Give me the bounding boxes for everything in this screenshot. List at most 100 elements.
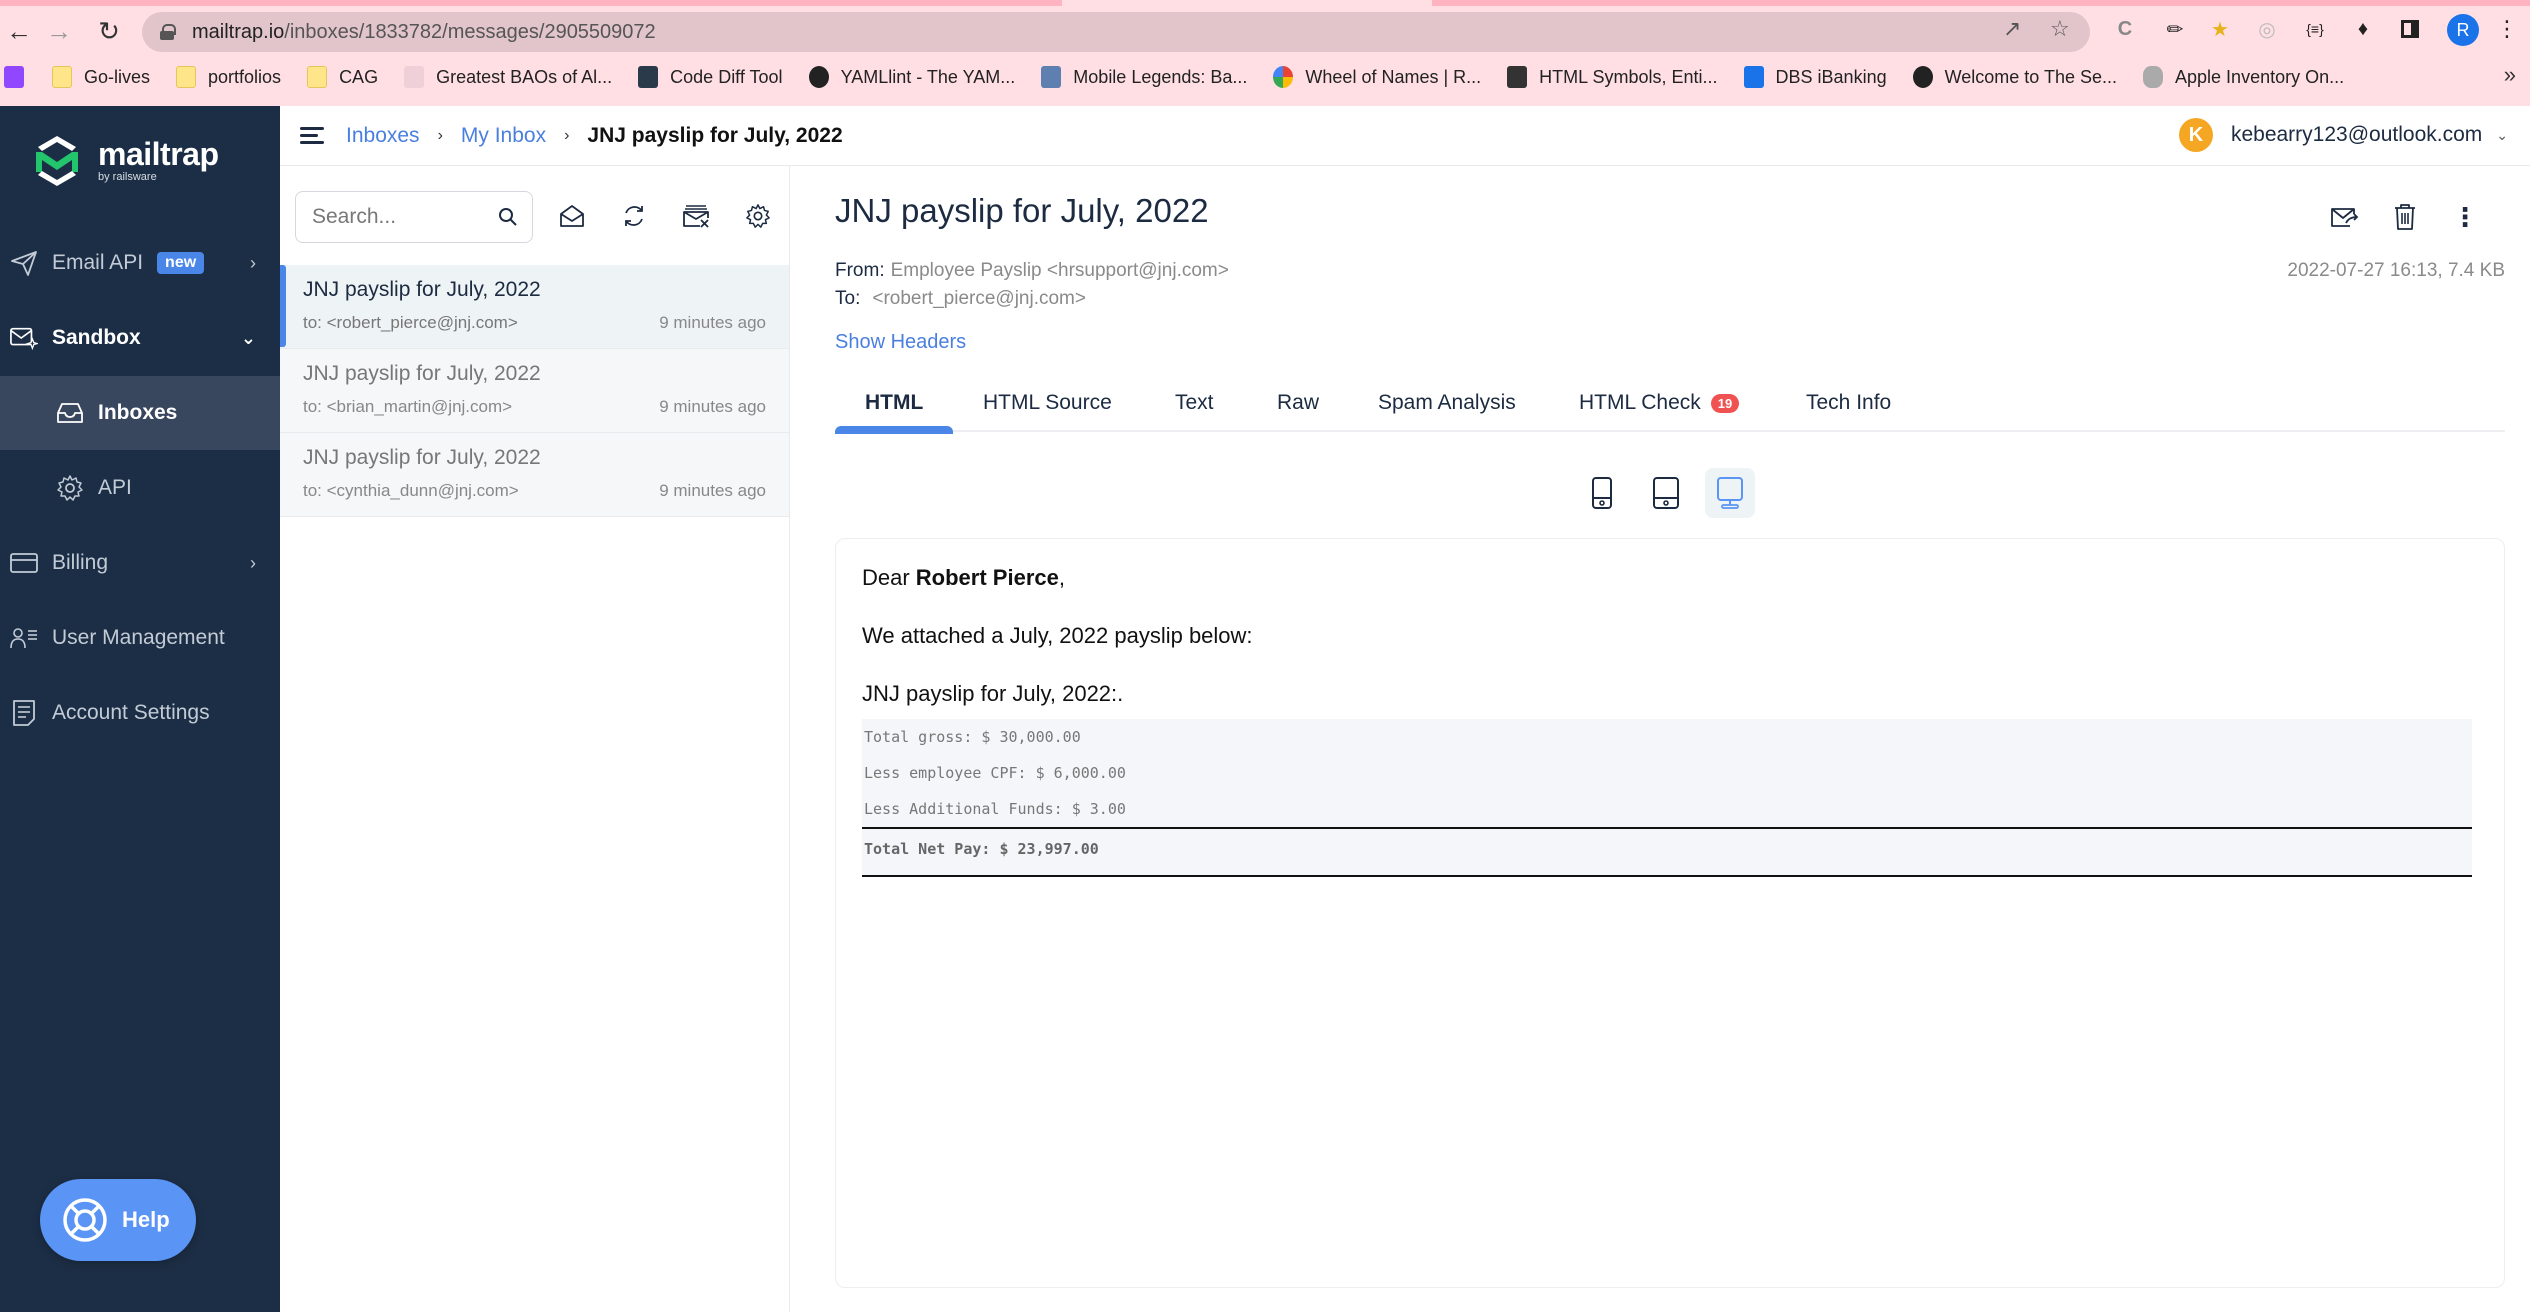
bookmark-item[interactable]: Mobile Legends: Ba... [1041,66,1247,88]
sidebar-item-label: Email API [52,251,144,274]
tab-html-check[interactable]: HTML Check 19 [1579,374,1740,432]
message-recipient: to: <brian_martin@jnj.com> [303,397,513,416]
side-panel-icon[interactable] [2395,14,2425,44]
search-box[interactable] [295,191,533,243]
email-greeting: Dear Robert Pierce, [862,565,1065,591]
browser-menu-icon[interactable]: ⋮ [2492,14,2522,44]
w3-icon [638,66,659,88]
to-row: To: <robert_pierce@jnj.com> [835,288,1086,310]
share-icon[interactable]: ↗ [2003,16,2021,42]
bookmark-item[interactable]: Welcome to The Se... [1912,66,2117,88]
star-icon[interactable]: ☆ [2050,16,2070,42]
folder-icon [307,66,328,88]
bookmark-item[interactable]: Go-lives [52,66,150,88]
bookmark-label: Mobile Legends: Ba... [1073,66,1248,87]
menu-toggle-icon[interactable] [300,126,324,145]
search-icon[interactable] [498,207,518,227]
help-button[interactable]: Help [40,1179,196,1261]
card-icon [10,549,38,577]
sidebar-item-label: Sandbox [52,326,141,349]
tab-html-source[interactable]: HTML Source [983,374,1112,432]
browser-profile-avatar[interactable]: R [2447,14,2479,46]
bookmark-item[interactable]: YAMLlint - The YAM... [808,66,1015,88]
message-list-item[interactable]: JNJ payslip for July, 2022 to: <cynthia_… [280,433,789,517]
from-label: From: [835,260,885,281]
back-icon[interactable]: ← [2,14,36,48]
tab-text[interactable]: Text [1175,374,1214,432]
bookmark-item[interactable]: portfolios [176,66,281,88]
message-subject: JNJ payslip for July, 2022 [303,278,541,301]
bookmark-label: Greatest BAOs of Al... [436,66,613,87]
payslip-table: Total gross: $ 30,000.00 Less employee C… [862,719,2472,877]
breadcrumb-current: JNJ payslip for July, 2022 [587,123,843,147]
show-headers-link[interactable]: Show Headers [835,331,966,354]
sidebar-item-user-management[interactable]: User Management [0,601,280,675]
bookmark-item[interactable]: DBS iBanking [1743,66,1887,88]
sidebar-item-email-api[interactable]: Email API new › [0,226,280,300]
search-input[interactable] [312,205,482,229]
html-check-count-badge: 19 [1710,393,1740,413]
forward-email-icon[interactable] [2328,200,2362,234]
message-time: 9 minutes ago [659,397,766,416]
reload-icon[interactable]: ↻ [92,14,126,48]
forward-icon[interactable]: → [42,14,76,48]
more-options-icon[interactable]: ⋮ [2448,200,2482,234]
message-time: 9 minutes ago [659,313,766,332]
url-text[interactable]: mailtrap.io/inboxes/1833782/messages/290… [192,21,656,44]
refresh-icon[interactable] [618,200,650,232]
tab-label: Raw [1277,391,1320,414]
from-row: From: Employee Payslip <hrsupport@jnj.com… [835,260,1229,282]
more-bookmarks-button[interactable]: » [2504,62,2516,88]
url-host: mailtrap.io [192,20,285,43]
message-subject: JNJ payslip for July, 2022 [303,446,541,469]
tab-label: Spam Analysis [1378,391,1516,414]
email-intro-line: We attached a July, 2022 payslip below: [862,623,1253,648]
desktop-view-icon[interactable] [1705,468,1755,518]
bookmark-item[interactable]: Apple Inventory On... [2143,66,2344,88]
address-bar[interactable]: mailtrap.io/inboxes/1833782/messages/290… [142,12,2090,52]
folder-icon [176,66,197,88]
message-time: 9 minutes ago [659,481,766,500]
message-date-size: 2022-07-27 16:13, 7.4 KB [2287,260,2505,281]
mailtrap-logo[interactable]: mailtrap by railsware [32,134,219,188]
sidebar-item-label: API [98,476,132,499]
bookmark-item[interactable]: HTML Symbols, Enti... [1507,66,1718,88]
sidebar-item-label: Inboxes [98,401,178,424]
tab-html[interactable]: HTML [834,374,954,434]
tab-tech-info[interactable]: Tech Info [1806,374,1891,432]
message-list-item[interactable]: JNJ payslip for July, 2022 to: <brian_ma… [280,349,789,433]
inbox-settings-icon[interactable] [742,200,774,232]
mobile-view-icon[interactable] [1577,468,1627,518]
bookmark-item[interactable]: Code Diff Tool [638,66,783,88]
extensions-puzzle-icon[interactable]: ♦ [2348,14,2378,44]
sidebar-item-account-settings[interactable]: Account Settings [0,676,280,750]
twitch-icon[interactable] [4,66,24,88]
sidebar-item-label: Account Settings [52,701,210,724]
bookmark-item[interactable]: Greatest BAOs of Al... [404,66,612,88]
trash-icon[interactable] [2388,200,2422,234]
breadcrumb-inboxes[interactable]: Inboxes [346,124,420,148]
site-icon [404,66,425,88]
extension-c-icon[interactable]: C [2110,14,2140,44]
to-label: To: [835,288,861,309]
mark-read-icon[interactable] [556,200,588,232]
sidebar-item-billing[interactable]: Billing › [0,526,280,600]
sidebar-item-inboxes[interactable]: Inboxes [0,376,280,450]
tab-raw[interactable]: Raw [1277,374,1319,432]
users-list-icon [10,624,38,652]
message-list-item[interactable]: JNJ payslip for July, 2022 to: <robert_p… [280,265,789,349]
tab-spam-analysis[interactable]: Spam Analysis [1378,374,1516,432]
breadcrumb-my-inbox[interactable]: My Inbox [461,124,546,148]
extension-json-icon[interactable]: {≡} [2300,14,2330,44]
extension-target-icon[interactable]: ◎ [2252,14,2282,44]
extension-dropper-icon[interactable]: ✏ [2160,14,2190,44]
sidebar-item-sandbox[interactable]: Sandbox ⌄ [0,301,280,375]
ampersand-icon [1507,66,1528,88]
tablet-view-icon[interactable] [1641,468,1691,518]
clear-inbox-icon[interactable] [680,200,712,232]
bookmark-item[interactable]: CAG [307,66,378,88]
extension-trophy-icon[interactable]: ★ [2205,14,2235,44]
sidebar-item-api[interactable]: API [0,451,280,525]
account-menu[interactable]: K kebearry123@outlook.com ⌄ [2178,118,2508,152]
bookmark-item[interactable]: Wheel of Names | R... [1273,66,1481,88]
